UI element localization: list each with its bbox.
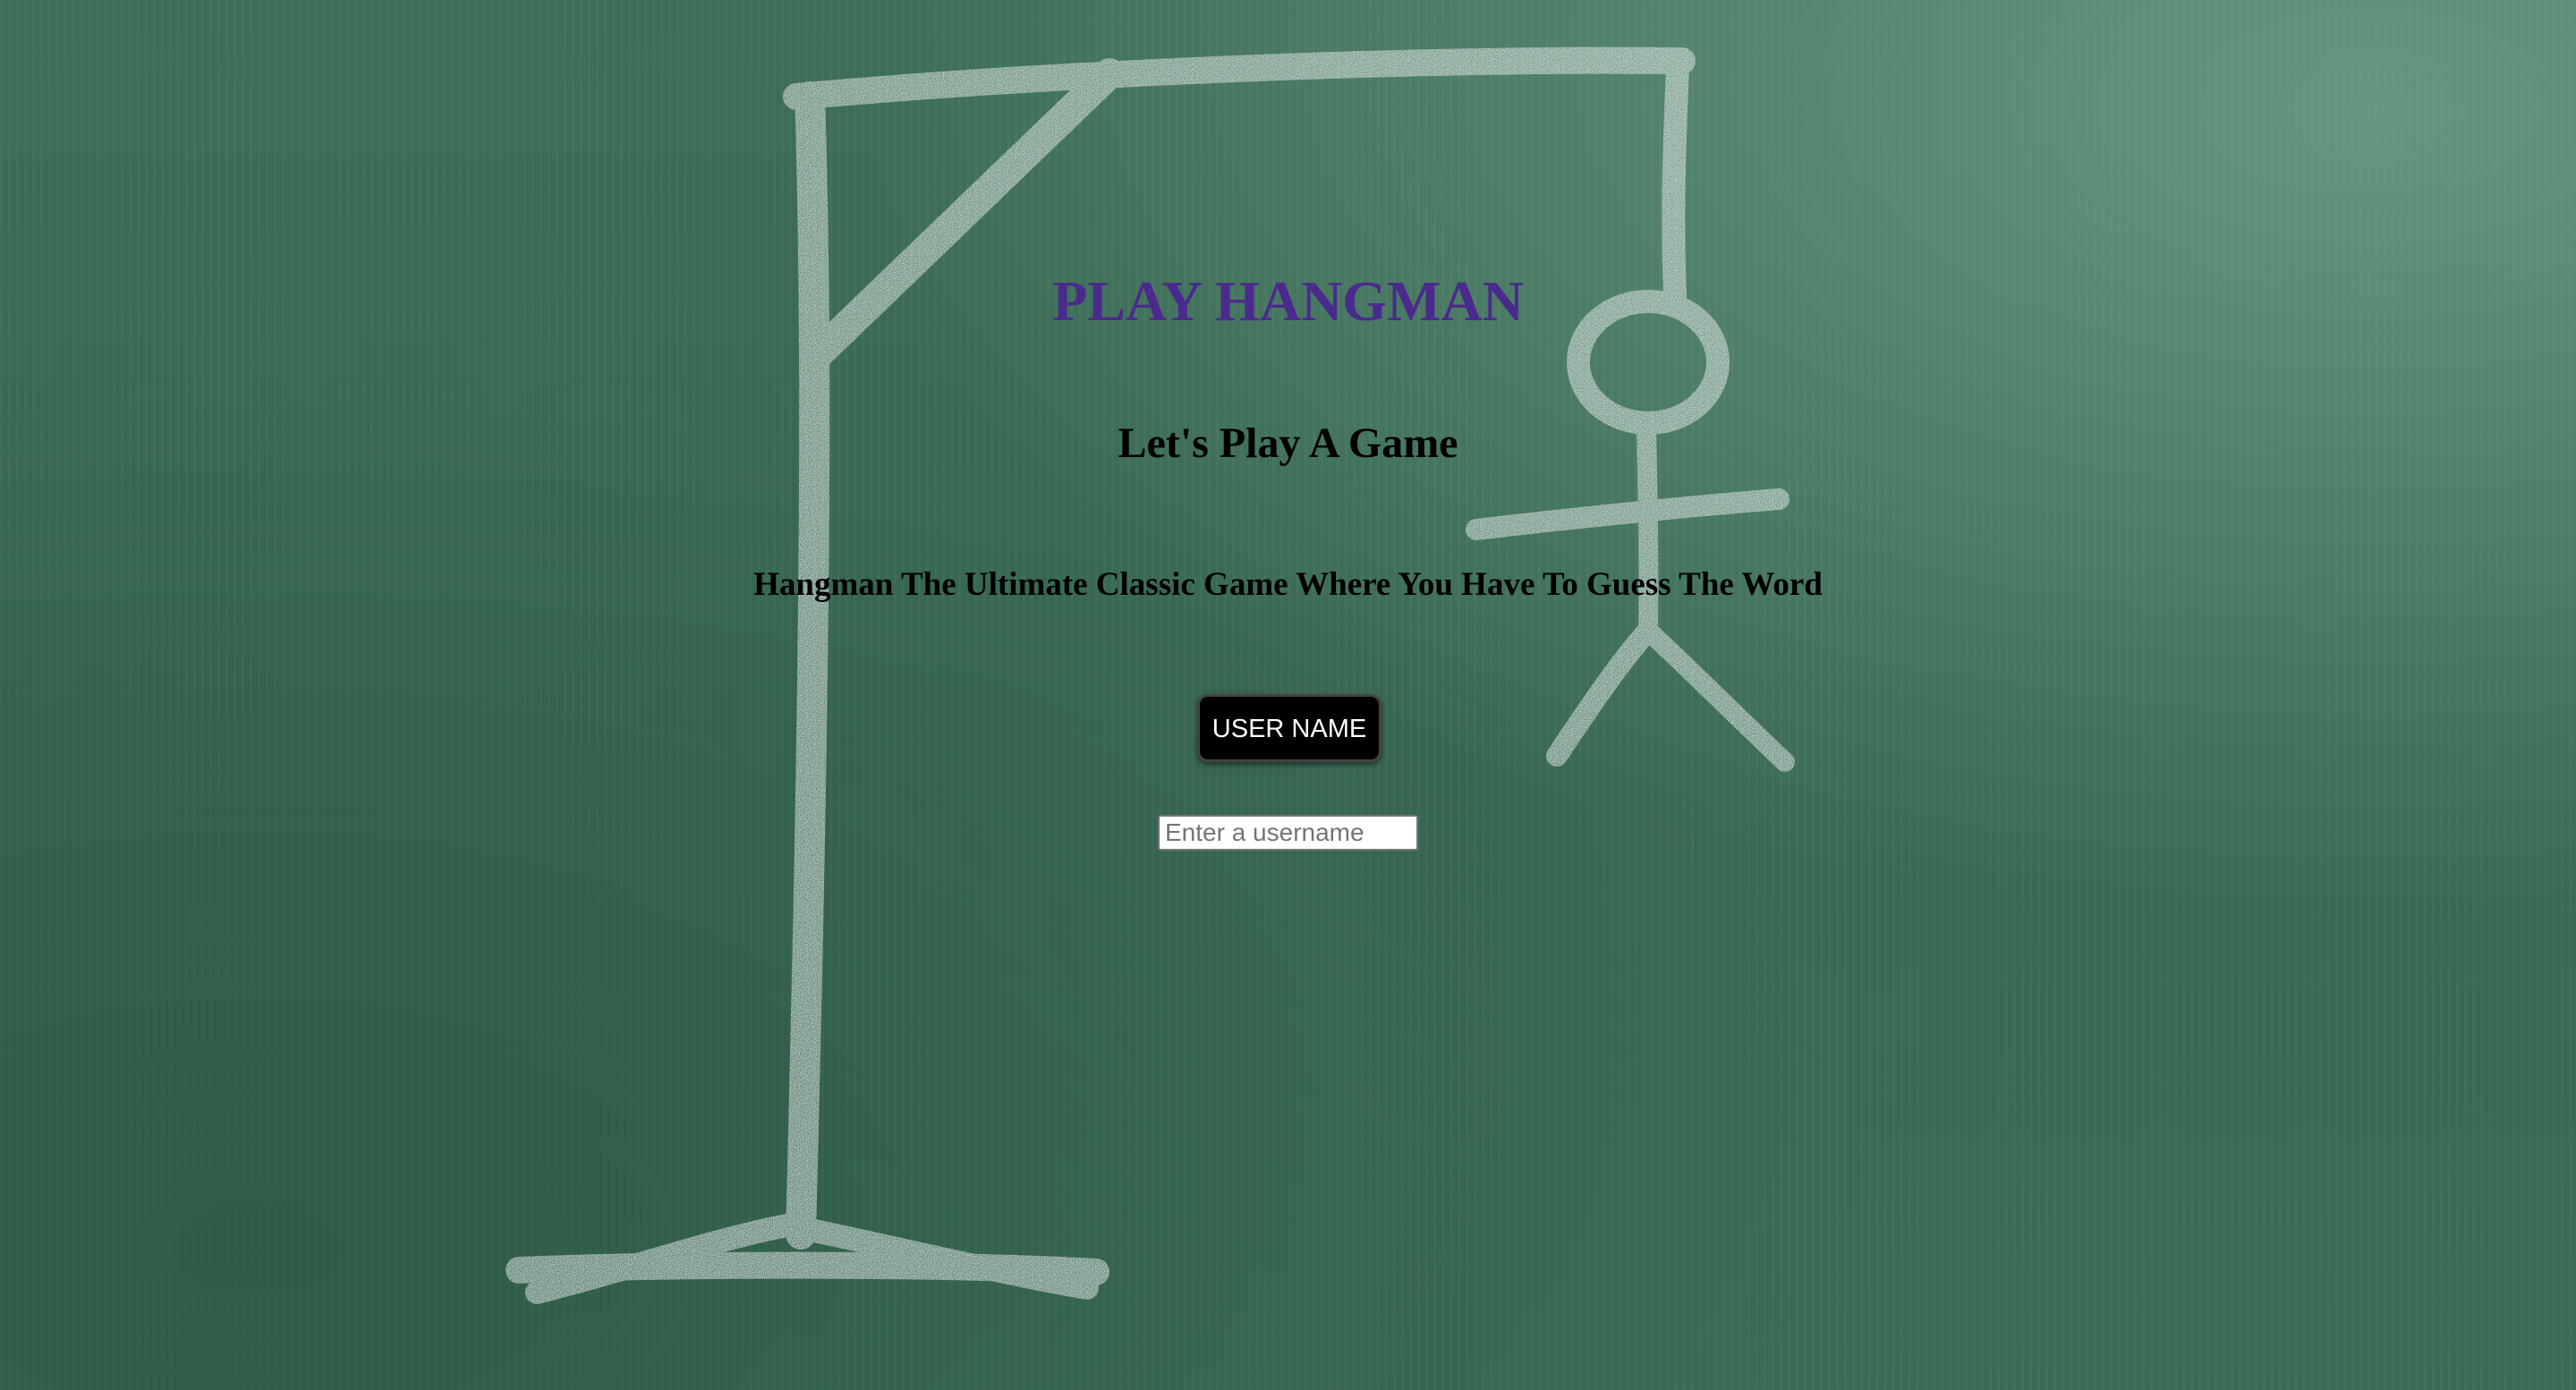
page-tagline: Hangman The Ultimate Classic Game Where … [753, 566, 1823, 603]
gallows-rope [1662, 55, 1689, 307]
username-input[interactable] [1158, 815, 1418, 851]
hangman-right-leg [1638, 621, 1795, 772]
hangman-arms [1466, 488, 1790, 540]
username-button[interactable]: USER NAME [1197, 694, 1382, 762]
page-subtitle: Let's Play A Game [1118, 420, 1458, 467]
hangman-left-leg [1546, 620, 1659, 767]
page-title: PLAY HANGMAN [1052, 269, 1524, 333]
gallows-pole [786, 81, 830, 1250]
gallows-beam [783, 47, 1696, 110]
